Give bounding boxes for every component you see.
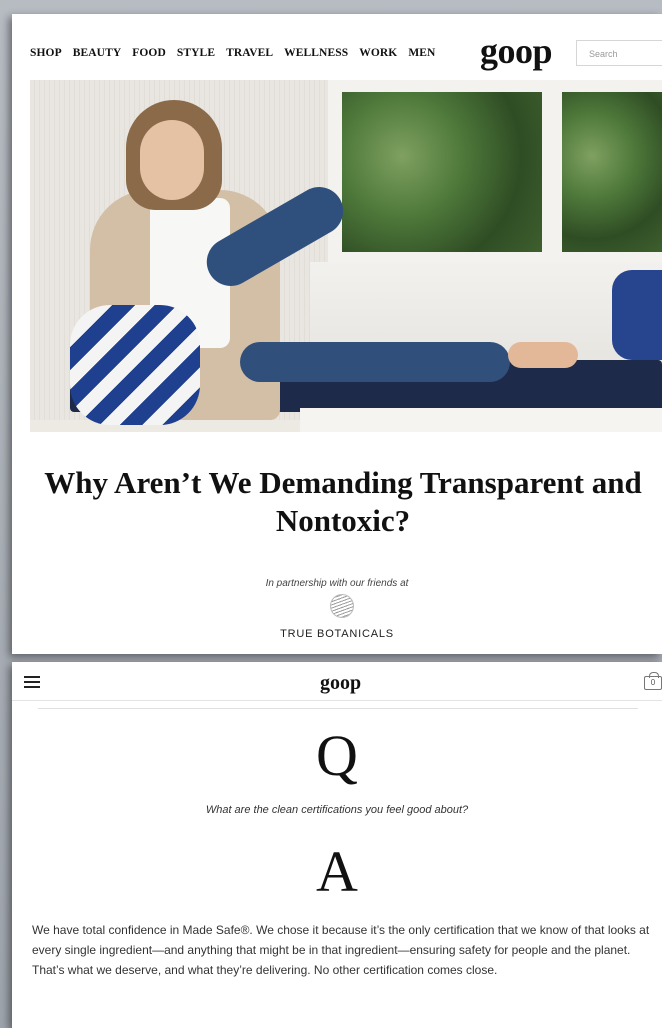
hero-person-leg [240, 342, 510, 382]
hero-image [30, 80, 662, 432]
answer-text: We have total confidence in Made Safe®. … [32, 923, 650, 977]
hero-striped-pillow [70, 305, 200, 425]
hamburger-icon[interactable] [24, 676, 40, 688]
screenshot-collage: SHOP BEAUTY FOOD STYLE TRAVEL WELLNESS W… [0, 0, 662, 1028]
nav-links: SHOP BEAUTY FOOD STYLE TRAVEL WELLNESS W… [30, 47, 446, 59]
nav-item-beauty[interactable]: BEAUTY [73, 47, 122, 59]
mobile-logo[interactable]: goop [320, 672, 361, 695]
hero-person-foot [508, 342, 578, 368]
search-input[interactable]: Search [576, 40, 662, 66]
question-letter: Q [316, 723, 358, 788]
partner-line: In partnership with our friends at [265, 578, 409, 589]
hero-person-face [140, 120, 204, 200]
question-text: What are the clean certifications you fe… [205, 804, 469, 816]
mobile-header: goop 0 [12, 662, 662, 701]
nav-item-men[interactable]: MEN [408, 47, 435, 59]
answer-letter: A [316, 839, 358, 904]
article-title: Why Aren’t We Demanding Transparent and … [44, 465, 642, 538]
fingerprint-logo-icon [330, 594, 354, 618]
hero-window-pane [562, 92, 662, 252]
nav-item-wellness[interactable]: WELLNESS [284, 47, 348, 59]
hero-window-pane [342, 92, 542, 252]
hero-bench [300, 408, 662, 432]
nav-item-work[interactable]: WORK [359, 47, 397, 59]
nav-item-travel[interactable]: TRAVEL [226, 47, 273, 59]
hero-blue-pillow [612, 270, 662, 360]
site-logo[interactable]: goop [480, 30, 553, 72]
nav-item-food[interactable]: FOOD [132, 47, 166, 59]
mobile-article-page: goop 0 Q What are the clean certificatio… [12, 662, 662, 1028]
nav-item-shop[interactable]: SHOP [30, 47, 62, 59]
shopping-bag-icon[interactable]: 0 [644, 672, 662, 690]
nav-item-style[interactable]: STYLE [177, 47, 215, 59]
divider [38, 708, 638, 709]
desktop-article-page: SHOP BEAUTY FOOD STYLE TRAVEL WELLNESS W… [12, 14, 662, 654]
partner-name[interactable]: TRUE BOTANICALS [12, 628, 662, 640]
